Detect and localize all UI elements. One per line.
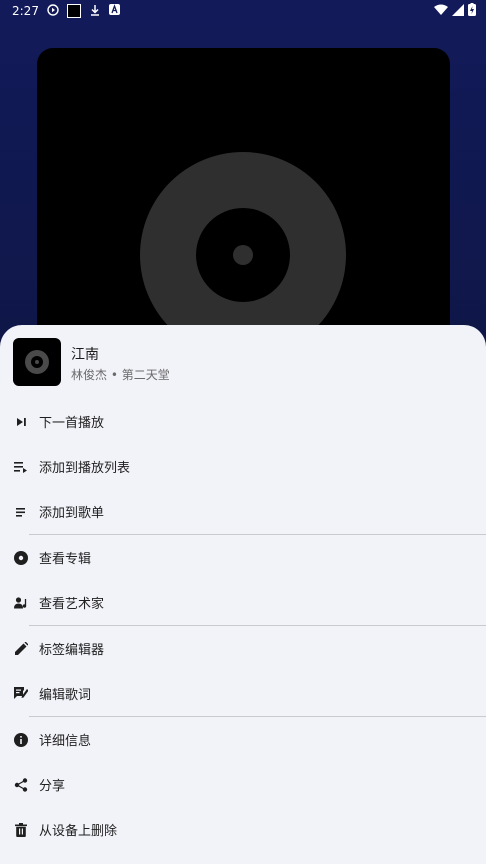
playlist-icon xyxy=(12,503,30,521)
play-circle-icon xyxy=(47,3,59,19)
menu-item-delete-from-device[interactable]: 从设备上删除 xyxy=(0,807,486,852)
status-bar: 2:27 xyxy=(0,0,486,22)
song-header: 江南 林俊杰 • 第二天堂 xyxy=(13,338,473,386)
menu-item-play-next[interactable]: 下一首播放 xyxy=(0,399,486,444)
share-icon xyxy=(12,776,30,794)
song-options-sheet: 江南 林俊杰 • 第二天堂 下一首播放 添加到播放列表 添加到歌单 查看专辑 查… xyxy=(0,325,486,864)
status-icons-left xyxy=(47,3,120,19)
menu-label: 添加到播放列表 xyxy=(39,461,131,476)
menu-item-details[interactable]: 详细信息 xyxy=(0,717,486,762)
signal-icon xyxy=(452,3,464,19)
artist-icon xyxy=(12,594,30,612)
battery-charging-icon xyxy=(468,3,476,19)
status-icons-right xyxy=(434,3,476,19)
info-icon xyxy=(12,731,30,749)
menu-label: 分享 xyxy=(39,779,66,794)
menu-item-view-album[interactable]: 查看专辑 xyxy=(0,535,486,580)
vinyl-disc-icon xyxy=(25,350,49,374)
menu-label: 查看艺术家 xyxy=(39,597,105,612)
pencil-icon xyxy=(12,640,30,658)
menu-label: 详细信息 xyxy=(39,734,92,749)
trash-icon xyxy=(12,821,30,839)
menu-item-add-to-playlist[interactable]: 添加到歌单 xyxy=(0,489,486,534)
menu-label: 编辑歌词 xyxy=(39,688,92,703)
album-thumbnail xyxy=(13,338,61,386)
menu-item-tag-editor[interactable]: 标签编辑器 xyxy=(0,626,486,671)
menu-item-share[interactable]: 分享 xyxy=(0,762,486,807)
status-time: 2:27 xyxy=(12,4,39,18)
wifi-icon xyxy=(434,4,448,19)
download-icon xyxy=(89,4,101,19)
edit-lyrics-icon xyxy=(12,685,30,703)
album-icon xyxy=(12,549,30,567)
a-badge-icon xyxy=(108,4,120,18)
skip-next-icon xyxy=(12,413,30,431)
queue-add-icon xyxy=(12,458,30,476)
menu-label: 标签编辑器 xyxy=(39,643,105,658)
black-square-icon xyxy=(66,4,81,18)
song-artist-album: 林俊杰 • 第二天堂 xyxy=(71,368,170,382)
song-title: 江南 xyxy=(71,347,99,363)
menu-item-edit-lyrics[interactable]: 编辑歌词 xyxy=(0,671,486,716)
menu-label: 查看专辑 xyxy=(39,552,92,567)
menu-item-view-artist[interactable]: 查看艺术家 xyxy=(0,580,486,625)
menu-label: 添加到歌单 xyxy=(39,506,105,521)
menu-item-add-to-queue[interactable]: 添加到播放列表 xyxy=(0,444,486,489)
menu-label: 下一首播放 xyxy=(39,416,105,431)
menu-label: 从设备上删除 xyxy=(39,824,118,839)
